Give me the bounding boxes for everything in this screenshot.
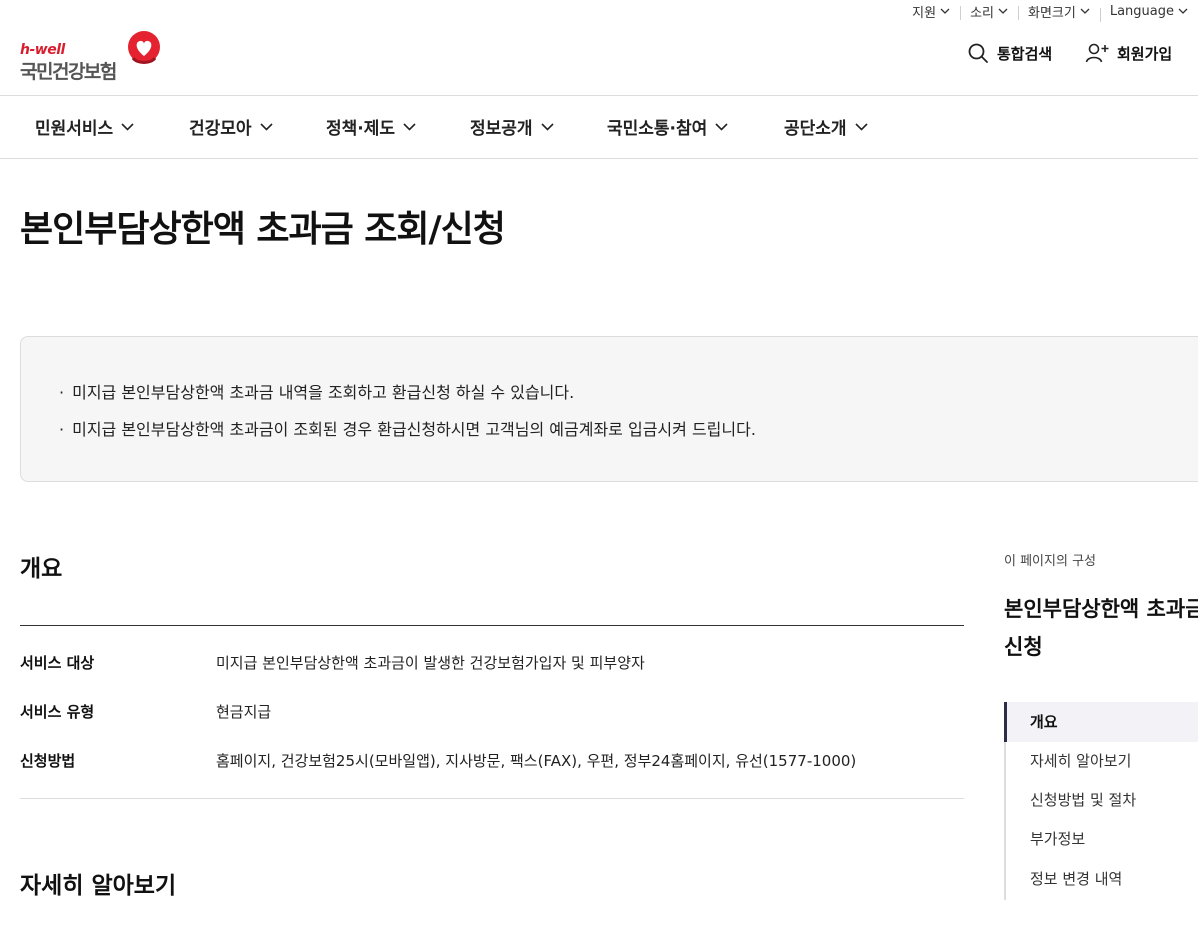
site-logo[interactable]: h-well 국민건강보험 [20,30,165,83]
gnb-item-about[interactable]: 공단소개 [784,114,868,139]
page-structure-nav: 개요 자세히 알아보기 신청방법 및 절차 부가정보 정보 변경 내역 [1004,702,1198,900]
info-line: · 미지급 본인부담상한액 초과금이 조회된 경우 환급신청하시면 고객님의 예금… [59,416,756,440]
utility-item-label: 소리 [970,5,994,21]
chevron-down-icon [854,122,868,131]
page-nav-item-details[interactable]: 자세히 알아보기 [1006,741,1198,781]
page-title: 본인부담상한액 초과금 조회/신청 [20,209,506,250]
page-nav-item-change-history[interactable]: 정보 변경 내역 [1006,859,1198,899]
info-line-text: 미지급 본인부담상한액 초과금이 조회된 경우 환급신청하시면 고객님의 예금계… [72,420,756,439]
logo-name: 국민건강보험 [20,61,117,83]
page-nav-item-procedure[interactable]: 신청방법 및 절차 [1006,780,1198,820]
sidebar-title-line: 신청 [1004,635,1043,659]
logo-tagline: h-well [20,42,65,58]
sidebar-title: 본인부담상한액 초과금 조회/ 신청 [1004,590,1198,666]
gnb-item-label: 민원서비스 [35,119,114,139]
utility-item-screen-size[interactable]: 화면크기 [1018,2,1100,21]
gnb-item-label: 정책·제도 [326,119,396,139]
gnb-divider [0,158,1198,159]
bullet: · [59,383,65,402]
overview-row-value: 미지급 본인부담상한액 초과금이 발생한 건강보험가입자 및 피부양자 [216,654,645,672]
bullet: · [59,420,65,439]
chevron-down-icon [403,122,416,131]
page-nav-item-additional-info[interactable]: 부가정보 [1006,819,1198,859]
overview-title: 개요 [20,556,63,582]
chevron-down-icon [1080,8,1090,14]
chevron-down-icon [1178,8,1188,14]
overview-row-label: 서비스 대상 [20,654,95,672]
info-line: · 미지급 본인부담상한액 초과금 내역을 조회하고 환급신청 하실 수 있습니다… [59,379,574,403]
overview-row-value: 홈페이지, 건강보험25시(모바일앱), 지사방문, 팩스(FAX), 우편, … [216,752,857,770]
overview-row-label: 신청방법 [20,752,76,770]
gnb-item-civil-service[interactable]: 민원서비스 [35,114,134,139]
gnb-item-policy[interactable]: 정책·제도 [326,114,416,139]
gnb-item-label: 공단소개 [784,119,847,139]
info-line-text: 미지급 본인부담상한액 초과금 내역을 조회하고 환급신청 하실 수 있습니다. [72,383,575,402]
signup-label: 회원가입 [1117,44,1173,63]
details-title: 자세히 알아보기 [20,873,177,899]
gnb-item-participation[interactable]: 국민소통·참여 [607,114,728,139]
utility-item-label: Language [1109,3,1174,19]
gnb-item-health-moa[interactable]: 건강모아 [189,114,273,139]
integrated-search-button[interactable]: 통합검색 [967,42,1052,64]
search-label: 통합검색 [997,44,1053,63]
utility-item-sound[interactable]: 소리 [960,2,1018,21]
chevron-down-icon [998,8,1008,14]
signup-button[interactable]: 회원가입 [1085,42,1172,64]
gnb-item-label: 건강모아 [189,119,252,139]
gnb-item-info-disclosure[interactable]: 정보공개 [470,114,554,139]
utility-item-label: 지원 [912,5,937,21]
chevron-down-icon [715,122,728,131]
utility-item-language[interactable]: Language [1099,3,1198,22]
search-icon [968,43,988,63]
chevron-down-icon [259,122,273,131]
sidebar-title-line: 본인부담상한액 초과금 조회/ [1004,597,1198,621]
chevron-down-icon [540,122,554,131]
utility-item-support[interactable]: 지원 [902,2,960,21]
gnb-item-label: 정보공개 [470,119,533,139]
page-nav-item-overview[interactable]: 개요 [1004,702,1198,742]
heart-logo-icon [128,31,160,64]
overview-top-rule [20,625,964,626]
utility-bar: 지원 소리 화면크기 Language [902,0,1198,22]
overview-row-label: 서비스 유형 [20,703,95,721]
chevron-down-icon [121,122,134,131]
info-box: · 미지급 본인부담상한액 초과금 내역을 조회하고 환급신청 하실 수 있습니다… [20,336,1198,482]
global-navigation: 민원서비스 건강모아 정책·제도 정보공개 국민소통·참여 공단소개 [0,96,1198,158]
overview-bottom-rule [20,798,964,799]
overview-row-value: 현금지급 [216,703,272,721]
sidebar-caption: 이 페이지의 구성 [1004,554,1096,569]
chevron-down-icon [940,8,950,14]
utility-item-label: 화면크기 [1028,5,1076,21]
gnb-item-label: 국민소통·참여 [607,119,708,139]
user-add-icon [1085,43,1109,63]
